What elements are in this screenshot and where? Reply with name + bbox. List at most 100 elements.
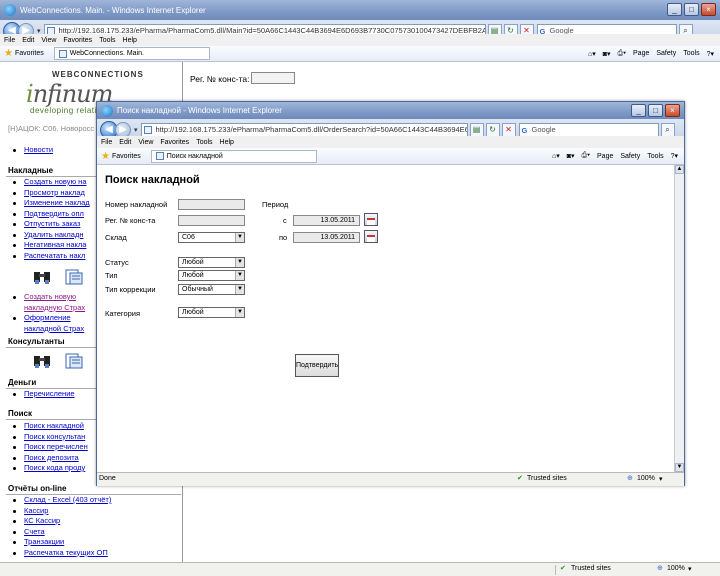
scroll-up-icon[interactable]: ▲ xyxy=(675,165,684,174)
search-link-consultant[interactable]: Поиск консультан xyxy=(8,432,88,443)
chevron-down-icon: ▼ xyxy=(235,233,244,242)
category-select[interactable]: Любой ▼ xyxy=(178,307,245,318)
report-link-transactions[interactable]: Транзакции xyxy=(8,537,111,548)
calendar-icon[interactable] xyxy=(364,213,378,226)
safety-menu[interactable]: Safety xyxy=(656,50,676,57)
invoice-link-delete[interactable]: Удалить накладн xyxy=(8,230,90,241)
print-icon[interactable]: ⎙▾ xyxy=(581,152,590,160)
menu-file[interactable]: File xyxy=(4,37,15,44)
popup-search-button[interactable]: ⌕ xyxy=(660,123,675,137)
print-icon[interactable]: ⎙▾ xyxy=(617,50,626,58)
help-icon[interactable]: ?▾ xyxy=(707,50,714,58)
home-icon[interactable]: ⌂▾ xyxy=(588,50,596,58)
favorites-button[interactable]: ★ Favorites xyxy=(0,48,48,59)
binoculars-icon[interactable] xyxy=(32,268,52,286)
warehouse-label: Склад xyxy=(105,233,127,242)
popup-zoom-text[interactable]: 100% xyxy=(637,475,655,482)
menu-view[interactable]: View xyxy=(41,37,56,44)
popup-tab[interactable]: Поиск накладной xyxy=(150,149,317,163)
popup-compat-view-button[interactable]: ▤ xyxy=(469,123,484,137)
popup-menu-favorites[interactable]: Favorites xyxy=(160,139,189,146)
search-link-product[interactable]: Поиск кода проду xyxy=(8,463,88,474)
document-icon[interactable] xyxy=(64,268,84,286)
popup-tools-menu[interactable]: Tools xyxy=(647,153,663,160)
to-date-input[interactable]: 13.05.2011 xyxy=(293,232,360,243)
from-label: с xyxy=(283,216,287,225)
confirm-button[interactable]: Подтвердить xyxy=(295,354,339,377)
popup-close-button[interactable]: × xyxy=(665,104,680,117)
invoice-link-insurance-issue[interactable]: Оформление накладной Страх xyxy=(8,313,85,334)
report-link-warehouse[interactable]: Склад - Excel (403 отчёт) xyxy=(8,495,111,506)
report-link-cashier[interactable]: Кассир xyxy=(8,506,111,517)
popup-search-field[interactable]: G Google xyxy=(518,123,659,137)
feeds-icon[interactable]: ◙▾ xyxy=(603,50,611,58)
home-icon[interactable]: ⌂▾ xyxy=(552,152,560,160)
popup-window-title: Поиск накладной - Windows Internet Explo… xyxy=(117,106,282,115)
report-link-accounts[interactable]: Счета xyxy=(8,527,111,538)
invoice-link-confirm[interactable]: Подтвердить опл xyxy=(8,209,90,220)
consultant-input[interactable] xyxy=(178,215,245,226)
document-icon[interactable] xyxy=(64,352,84,370)
invoice-link-insurance-create[interactable]: Создать новую накладную Страх xyxy=(8,292,85,313)
status-select[interactable]: Любой ▼ xyxy=(178,257,245,268)
chevron-down-icon: ▼ xyxy=(235,258,244,267)
zoom-icon[interactable]: ⊕ xyxy=(657,564,663,572)
menu-tools[interactable]: Tools xyxy=(99,37,115,44)
minimize-button[interactable]: _ xyxy=(667,3,682,16)
popup-page-menu[interactable]: Page xyxy=(597,153,613,160)
report-link-print-op[interactable]: Распечатка текущих ОП xyxy=(8,548,111,559)
popup-menu-file[interactable]: File xyxy=(101,139,112,146)
invoice-link-release[interactable]: Отпустить заказ xyxy=(8,219,90,230)
popup-safety-menu[interactable]: Safety xyxy=(620,153,640,160)
type-select[interactable]: Любой ▼ xyxy=(178,270,245,281)
feeds-icon[interactable]: ◙▾ xyxy=(567,152,575,160)
menu-favorites[interactable]: Favorites xyxy=(63,37,92,44)
invoice-link-edit[interactable]: Изменение наклад xyxy=(8,198,90,209)
page-menu[interactable]: Page xyxy=(633,50,649,57)
popup-menu-tools[interactable]: Tools xyxy=(196,139,212,146)
zoom-icon[interactable]: ⊕ xyxy=(627,474,633,482)
search-link-deposit[interactable]: Поиск депозита xyxy=(8,453,88,464)
invoice-link-negative[interactable]: Негативная накла xyxy=(8,240,90,251)
popup-menu-edit[interactable]: Edit xyxy=(119,139,131,146)
popup-menu-view[interactable]: View xyxy=(138,139,153,146)
main-zoom-text[interactable]: 100% xyxy=(667,565,685,572)
invoice-link-print[interactable]: Распечатать накл xyxy=(8,251,90,262)
popup-address-field[interactable]: http://192.168.175.233/ePharma/PharmaCom… xyxy=(140,123,468,137)
tools-menu[interactable]: Tools xyxy=(683,50,699,57)
main-consultant-input[interactable] xyxy=(251,72,295,84)
search-link-invoice[interactable]: Поиск накладной xyxy=(8,421,88,432)
correction-type-select[interactable]: Обычный ▼ xyxy=(178,284,245,295)
help-icon[interactable]: ?▾ xyxy=(671,152,678,160)
news-link[interactable]: Новости xyxy=(8,145,53,156)
scroll-down-icon[interactable]: ▼ xyxy=(675,463,684,472)
close-button[interactable]: × xyxy=(701,3,716,16)
zoom-dropdown-icon[interactable]: ▾ xyxy=(659,475,663,483)
popup-favorites-button[interactable]: ★ Favorites xyxy=(97,151,145,162)
money-link-transfer[interactable]: Перечисление xyxy=(8,389,75,400)
popup-scrollbar[interactable]: ▲ ▼ xyxy=(674,165,684,472)
popup-content: Поиск накладной Номер накладной Период Р… xyxy=(97,165,675,472)
zoom-dropdown-icon[interactable]: ▾ xyxy=(688,565,692,573)
popup-minimize-button[interactable]: _ xyxy=(631,104,646,117)
page-icon xyxy=(143,126,152,134)
warehouse-select[interactable]: С06 ▼ xyxy=(178,232,245,243)
popup-menu-help[interactable]: Help xyxy=(220,139,234,146)
popup-stop-button[interactable]: ✕ xyxy=(501,123,516,137)
popup-refresh-button[interactable]: ↻ xyxy=(485,123,500,137)
ie-icon xyxy=(4,4,16,16)
from-date-input[interactable]: 13.05.2011 xyxy=(293,215,360,226)
report-link-ks-cashier[interactable]: КС Кассир xyxy=(8,516,111,527)
search-link-transfer[interactable]: Поиск перечислен xyxy=(8,442,88,453)
main-tab[interactable]: WebConnections. Main. xyxy=(53,47,210,60)
invoice-number-input[interactable] xyxy=(178,199,245,210)
invoice-link-create[interactable]: Создать новую на xyxy=(8,177,90,188)
menu-edit[interactable]: Edit xyxy=(22,37,34,44)
maximize-button[interactable]: □ xyxy=(684,3,699,16)
popup-maximize-button[interactable]: □ xyxy=(648,104,663,117)
invoice-link-view[interactable]: Просмотр наклад xyxy=(8,188,90,199)
binoculars-icon[interactable] xyxy=(32,352,52,370)
history-dropdown-icon[interactable]: ▾ xyxy=(134,126,138,134)
menu-help[interactable]: Help xyxy=(123,37,137,44)
calendar-icon[interactable] xyxy=(364,230,378,243)
